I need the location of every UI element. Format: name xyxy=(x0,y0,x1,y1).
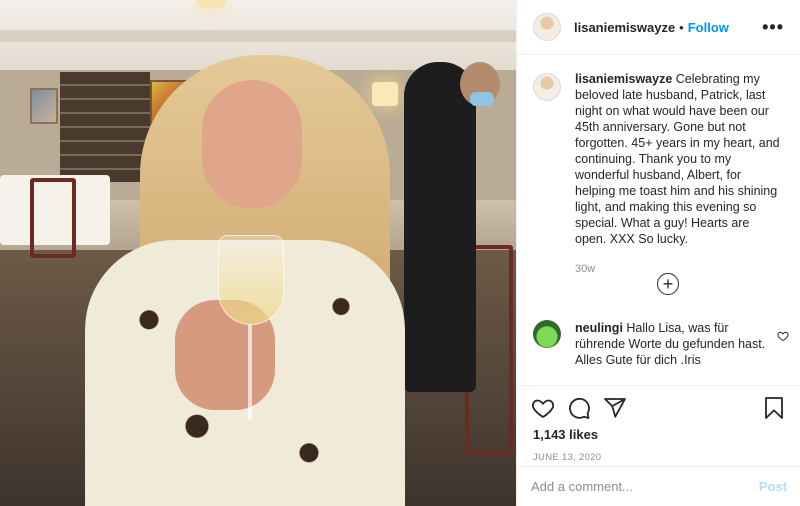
caption-username[interactable]: lisaniemiswayze xyxy=(575,72,672,86)
author-avatar[interactable] xyxy=(533,13,561,41)
comment-body: neulingi Hallo Lisa, was für rührende Wo… xyxy=(575,320,770,368)
photo-waiter xyxy=(404,62,476,392)
author-username[interactable]: lisaniemiswayze xyxy=(574,20,675,35)
photo-lamp xyxy=(196,0,226,8)
share-icon[interactable] xyxy=(603,396,627,420)
heart-icon[interactable] xyxy=(531,396,555,420)
caption-body: lisaniemiswayze Celebrating my beloved l… xyxy=(575,71,784,277)
photo-woman-face xyxy=(202,80,302,208)
post-photo[interactable] xyxy=(0,0,516,506)
commenter-username[interactable]: neulingi xyxy=(575,321,623,335)
photo-painting-small xyxy=(30,88,58,124)
commenter-avatar[interactable] xyxy=(533,320,561,348)
likes-count[interactable]: 1,143 likes xyxy=(517,427,800,442)
photo-face-mask xyxy=(470,92,494,106)
post-header: lisaniemiswayze • Follow ••• xyxy=(517,0,800,55)
post-comment-button[interactable]: Post xyxy=(759,479,787,494)
instagram-post-view: lisaniemiswayze • Follow ••• lisaniemisw… xyxy=(0,0,800,506)
follow-button[interactable]: Follow xyxy=(688,20,729,35)
photo-glass-stem xyxy=(248,324,252,420)
comment-like-icon[interactable] xyxy=(777,330,789,345)
more-options-icon[interactable]: ••• xyxy=(762,17,784,38)
photo-wine-glass xyxy=(218,235,284,325)
comment-input[interactable] xyxy=(531,479,759,494)
load-more-comments-icon[interactable]: + xyxy=(657,273,679,295)
photo-sconce xyxy=(372,82,398,106)
caption-avatar[interactable] xyxy=(533,73,561,101)
post-side-panel: lisaniemiswayze • Follow ••• lisaniemisw… xyxy=(516,0,800,506)
comment-icon[interactable] xyxy=(567,396,591,420)
photo-beam xyxy=(0,30,516,42)
bookmark-icon[interactable] xyxy=(762,396,786,420)
add-comment-bar: Post xyxy=(517,466,800,506)
caption-row: lisaniemiswayze Celebrating my beloved l… xyxy=(533,71,784,277)
action-bar xyxy=(517,385,800,429)
photo-chair-left xyxy=(30,178,76,258)
header-separator: • xyxy=(679,19,684,35)
post-date[interactable]: JUNE 13, 2020 xyxy=(517,452,800,463)
caption-age[interactable]: 30w xyxy=(575,261,784,277)
comments-section: lisaniemiswayze Celebrating my beloved l… xyxy=(517,55,800,385)
photo-wine-shelf xyxy=(60,72,150,182)
comment-item: neulingi Hallo Lisa, was für rührende Wo… xyxy=(533,320,793,368)
caption-text: Celebrating my beloved late husband, Pat… xyxy=(575,72,780,246)
